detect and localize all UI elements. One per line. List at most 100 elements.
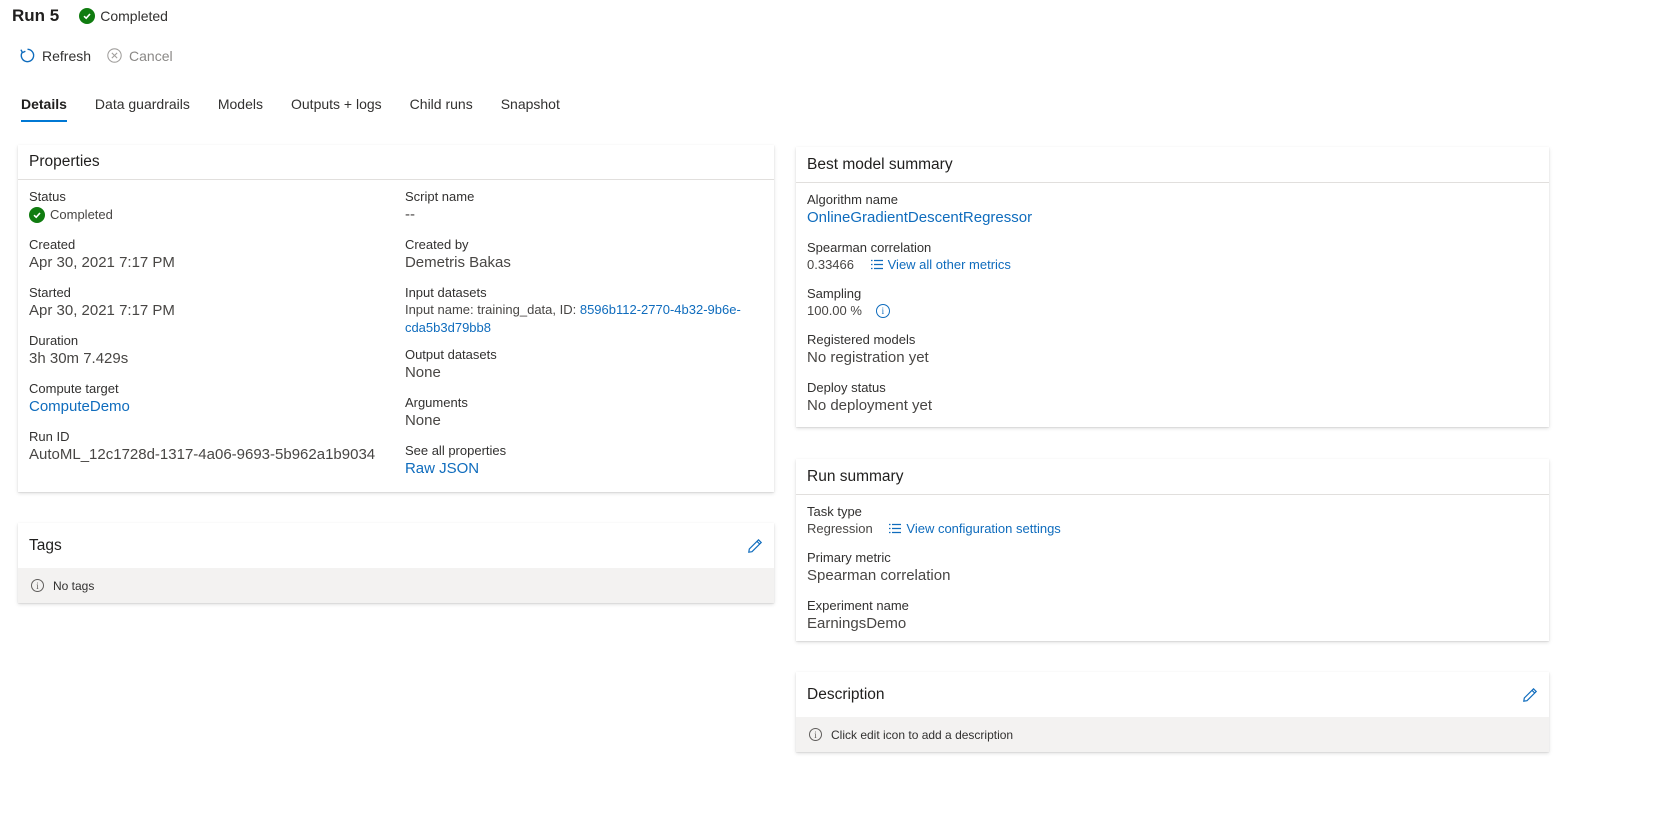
compute-target-link[interactable]: ComputeDemo: [29, 397, 405, 417]
tab-details[interactable]: Details: [21, 96, 67, 122]
see-all-properties-field: See all properties Raw JSON: [405, 442, 763, 479]
view-all-metrics-label: View all other metrics: [887, 257, 1011, 272]
properties-title: Properties: [29, 153, 100, 170]
status-value: Completed: [29, 205, 405, 225]
duration-value: 3h 30m 7.429s: [29, 350, 129, 367]
run-summary-title: Run summary: [807, 467, 904, 485]
properties-header: Properties: [18, 145, 774, 180]
experiment-name-label: Experiment name: [807, 598, 909, 613]
tags-card: Tags i No tags: [18, 523, 774, 603]
info-icon: i: [31, 579, 44, 592]
sampling-field: Sampling 100.00 % i: [807, 285, 1538, 320]
view-all-metrics-link[interactable]: View all other metrics: [870, 257, 1011, 272]
toolbar: Refresh Cancel: [19, 47, 188, 64]
spearman-field: Spearman correlation 0.33466 View all ot…: [807, 239, 1538, 274]
sampling-info-icon[interactable]: i: [875, 304, 890, 318]
task-type-field: Task type Regression View configuration …: [807, 503, 1538, 538]
sampling-label: Sampling: [807, 286, 862, 301]
task-type-row: Regression View configuration settings: [807, 520, 1538, 538]
refresh-icon: [20, 48, 35, 63]
run-header: Run 5 Completed: [12, 6, 168, 26]
description-empty-text: Click edit icon to add a description: [831, 727, 1014, 742]
properties-left-column: Status Completed Created Apr 30, 2021 7:…: [29, 188, 405, 490]
tab-child-runs[interactable]: Child runs: [410, 96, 473, 122]
registered-models-field: Registered models No registration yet: [807, 331, 1538, 368]
tab-models[interactable]: Models: [218, 96, 263, 122]
description-empty-message: i Click edit icon to add a description: [796, 717, 1549, 752]
task-type-label: Task type: [807, 504, 862, 519]
raw-json-link[interactable]: Raw JSON: [405, 459, 763, 479]
deploy-status-field: Deploy status No deployment yet: [807, 379, 1538, 416]
task-type-value: Regression: [807, 521, 873, 536]
registered-models-value: No registration yet: [807, 349, 929, 366]
experiment-name-value: EarningsDemo: [807, 615, 907, 632]
best-model-summary-card: Best model summary Algorithm name Online…: [796, 147, 1549, 427]
tab-data-guardrails[interactable]: Data guardrails: [95, 96, 190, 122]
input-datasets-value: Input name: training_data, ID: 8596b112-…: [405, 301, 763, 337]
input-datasets-field: Input datasets Input name: training_data…: [405, 284, 763, 337]
view-configuration-link[interactable]: View configuration settings: [888, 521, 1061, 536]
tags-header: Tags: [18, 523, 774, 568]
properties-card: Properties Status Completed Created Apr …: [18, 145, 774, 492]
created-by-value: Demetris Bakas: [404, 254, 511, 271]
tab-bar: Details Data guardrails Models Outputs +…: [21, 96, 588, 122]
status-field: Status Completed: [29, 188, 405, 225]
started-value: Apr 30, 2021 7:17 PM: [29, 302, 175, 319]
script-name-label: Script name: [404, 189, 475, 204]
list-icon: [889, 523, 902, 534]
see-all-properties-label: See all properties: [404, 443, 507, 458]
best-model-header: Best model summary: [796, 147, 1549, 183]
created-by-field: Created by Demetris Bakas: [405, 236, 763, 273]
experiment-name-field: Experiment name EarningsDemo: [807, 597, 1538, 634]
tab-outputs-logs[interactable]: Outputs + logs: [291, 96, 382, 122]
cancel-button[interactable]: Cancel: [106, 47, 173, 64]
deploy-status-label: Deploy status: [807, 380, 886, 395]
run-id-value: AutoML_12c1728d-1317-4a06-9693-5b962a1b9…: [29, 446, 376, 463]
success-check-icon: [79, 8, 96, 24]
duration-label: Duration: [29, 333, 79, 348]
created-label: Created: [29, 237, 76, 252]
compute-target-field: Compute target ComputeDemo: [29, 380, 405, 417]
tags-empty-message: i No tags: [18, 568, 774, 603]
input-datasets-label: Input datasets: [404, 285, 487, 300]
compute-target-label: Compute target: [29, 381, 119, 396]
input-dataset-id-link[interactable]: 8596b112-2770-4b32-9b6e-: [580, 302, 741, 317]
run-id-field: Run ID AutoML_12c1728d-1317-4a06-9693-5b…: [29, 428, 405, 465]
created-field: Created Apr 30, 2021 7:17 PM: [29, 236, 405, 273]
input-dataset-id-link-continued[interactable]: cda5b3d79bb8: [405, 320, 491, 335]
started-label: Started: [29, 285, 71, 300]
run-summary-header: Run summary: [796, 459, 1549, 495]
algorithm-label: Algorithm name: [807, 192, 899, 207]
refresh-label: Refresh: [42, 47, 92, 64]
script-name-value: --: [404, 206, 415, 223]
algorithm-link[interactable]: OnlineGradientDescentRegressor: [807, 208, 1538, 228]
input-dataset-prefix: Input name: training_data, ID:: [404, 302, 580, 317]
cancel-icon: [107, 48, 122, 63]
properties-body: Status Completed Created Apr 30, 2021 7:…: [18, 180, 774, 498]
description-title: Description: [807, 685, 885, 703]
best-model-body: Algorithm name OnlineGradientDescentRegr…: [796, 183, 1549, 435]
run-status-badge: Completed: [79, 8, 168, 24]
primary-metric-field: Primary metric Spearman correlation: [807, 549, 1538, 586]
edit-tags-icon[interactable]: [747, 538, 763, 554]
refresh-button[interactable]: Refresh: [19, 47, 91, 64]
output-datasets-value: None: [404, 364, 441, 381]
description-header: Description: [796, 672, 1549, 717]
info-icon: i: [809, 728, 822, 741]
started-field: Started Apr 30, 2021 7:17 PM: [29, 284, 405, 321]
registered-models-label: Registered models: [807, 332, 916, 347]
algorithm-field: Algorithm name OnlineGradientDescentRegr…: [807, 191, 1538, 228]
view-configuration-label: View configuration settings: [906, 521, 1061, 536]
page-title: Run 5: [12, 6, 60, 25]
tags-empty-text: No tags: [53, 578, 95, 593]
spearman-row: 0.33466 View all other metrics: [807, 256, 1538, 274]
status-label: Status: [29, 189, 66, 204]
created-by-label: Created by: [404, 237, 469, 252]
tags-title: Tags: [29, 536, 62, 554]
arguments-value: None: [404, 412, 441, 429]
primary-metric-value: Spearman correlation: [807, 567, 951, 584]
description-card: Description i Click edit icon to add a d…: [796, 672, 1549, 752]
tab-snapshot[interactable]: Snapshot: [501, 96, 560, 122]
edit-description-icon[interactable]: [1522, 687, 1538, 703]
arguments-field: Arguments None: [405, 394, 763, 431]
